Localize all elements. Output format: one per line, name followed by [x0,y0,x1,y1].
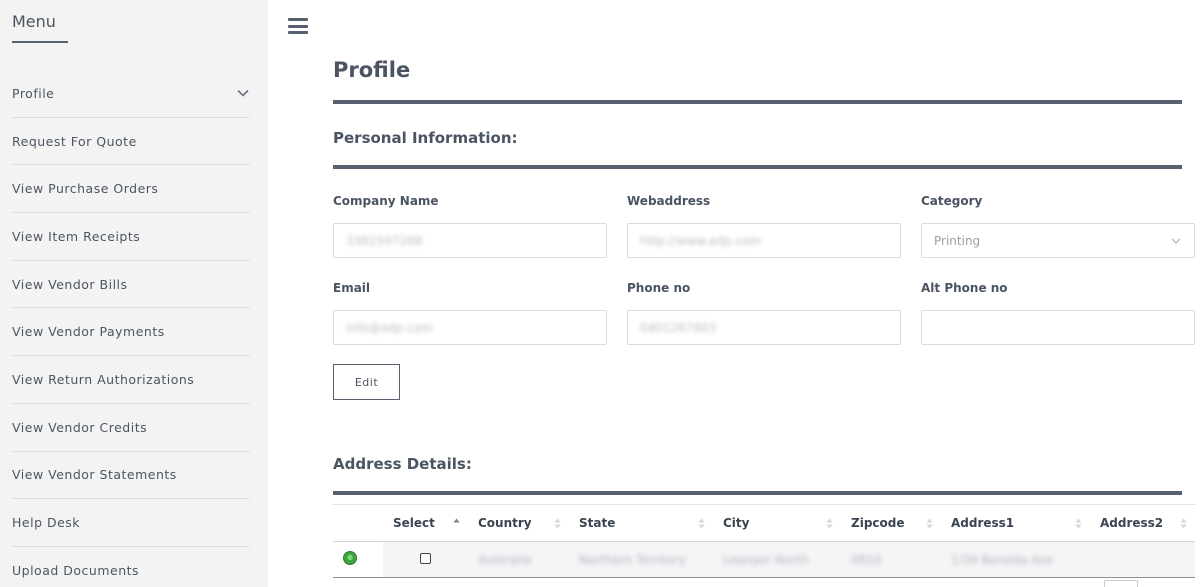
sidebar: Menu Profile Request For Quote View Purc… [0,0,268,587]
company-name-value: 3382597268 [346,233,423,248]
row-selected-radio[interactable] [343,551,357,565]
title-divider [333,100,1182,104]
sidebar-item-label: View Vendor Statements [12,467,177,483]
row-country-cell: Australia [468,541,569,578]
phone-label: Phone no [627,281,691,295]
edit-button[interactable]: Edit [333,364,400,400]
email-field[interactable]: info@adp.com [333,310,607,345]
column-header-country[interactable]: Country [468,504,569,542]
sidebar-item-label: View Return Authorizations [12,371,195,387]
webaddress-field[interactable]: http://www.adp.com [627,223,901,258]
column-header-zipcode[interactable]: Zipcode [841,504,941,542]
category-value: Printing [934,233,981,248]
column-header-radio [333,504,383,542]
alt-phone-field[interactable] [921,310,1195,345]
column-header-address1[interactable]: Address1 [941,504,1090,542]
sidebar-item-request-for-quote[interactable]: Request For Quote [12,118,250,166]
row-address2-cell [1090,541,1195,578]
table-row[interactable]: Australia Northern Territory Leanyer Nor… [333,541,1195,578]
sidebar-item-view-vendor-bills[interactable]: View Vendor Bills [12,261,250,309]
row-address1-cell: 1/39 Beneda Ave [941,541,1090,578]
webaddress-value: http://www.adp.com [640,233,761,248]
row-radio-cell [333,541,383,578]
category-label: Category [921,194,983,208]
column-header-select[interactable]: Select [383,504,468,542]
alt-phone-label: Alt Phone no [921,281,1008,295]
personal-info-divider [333,165,1182,169]
sidebar-item-label: View Vendor Credits [12,419,148,435]
table-header-row: Select Country State City Zipcode Addres… [333,504,1195,542]
category-select[interactable]: Printing [921,223,1195,258]
sidebar-item-label: Profile [12,85,55,101]
address-table: Select Country State City Zipcode Addres… [333,504,1195,578]
sidebar-item-label: Upload Documents [12,563,140,579]
sidebar-item-label: View Vendor Bills [12,276,128,292]
webaddress-label: Webaddress [627,194,711,208]
address-details-divider [333,491,1182,495]
chevron-down-icon [1171,238,1181,244]
sidebar-item-view-item-receipts[interactable]: View Item Receipts [12,213,250,261]
column-header-city[interactable]: City [713,504,841,542]
row-city-cell: Leanyer North [713,541,841,578]
email-label: Email [333,281,371,295]
sidebar-item-label: View Vendor Payments [12,324,165,340]
address-details-heading: Address Details: [333,455,472,473]
menu-title-underline [12,41,68,43]
phone-field[interactable]: 0401267803 [627,310,901,345]
email-value: info@adp.com [346,320,433,335]
phone-value: 0401267803 [640,320,717,335]
chevron-down-icon [237,90,249,97]
sidebar-item-label: View Purchase Orders [12,181,159,197]
menu-list: Profile Request For Quote View Purchase … [12,70,250,587]
menu-title: Menu [12,12,56,31]
sidebar-item-view-vendor-credits[interactable]: View Vendor Credits [12,404,250,452]
sort-icon [1180,518,1187,529]
row-state-cell: Northern Territory [569,541,713,578]
hamburger-menu-icon[interactable] [288,18,308,34]
sort-icon [926,518,933,529]
sidebar-item-view-return-authorizations[interactable]: View Return Authorizations [12,356,250,404]
sidebar-item-label: Help Desk [12,515,81,531]
sidebar-item-view-vendor-payments[interactable]: View Vendor Payments [12,308,250,357]
sidebar-item-view-vendor-statements[interactable]: View Vendor Statements [12,452,250,500]
column-header-address2[interactable]: Address2 [1090,504,1195,542]
company-name-field[interactable]: 3382597268 [333,223,607,258]
sidebar-item-upload-documents[interactable]: Upload Documents [12,547,250,587]
row-select-cell [383,541,468,578]
page-title: Profile [333,58,411,82]
sidebar-item-view-purchase-orders[interactable]: View Purchase Orders [12,165,250,214]
sidebar-item-label: View Item Receipts [12,228,141,244]
row-select-checkbox[interactable] [420,552,431,564]
sidebar-item-label: Request For Quote [12,133,137,149]
sort-icon [1075,518,1082,529]
pagination-length-select[interactable] [1104,580,1138,587]
sort-asc-icon [453,518,460,523]
sidebar-item-profile[interactable]: Profile [12,70,250,118]
company-name-label: Company Name [333,194,439,208]
sort-icon [554,518,561,529]
address-table-wrapper: Select Country State City Zipcode Addres… [333,504,1195,587]
sort-icon [698,518,705,529]
sort-icon [826,518,833,529]
sidebar-item-help-desk[interactable]: Help Desk [12,499,250,547]
personal-info-heading: Personal Information: [333,129,518,147]
row-zipcode-cell: 0810 [841,541,941,578]
column-header-state[interactable]: State [569,504,713,542]
